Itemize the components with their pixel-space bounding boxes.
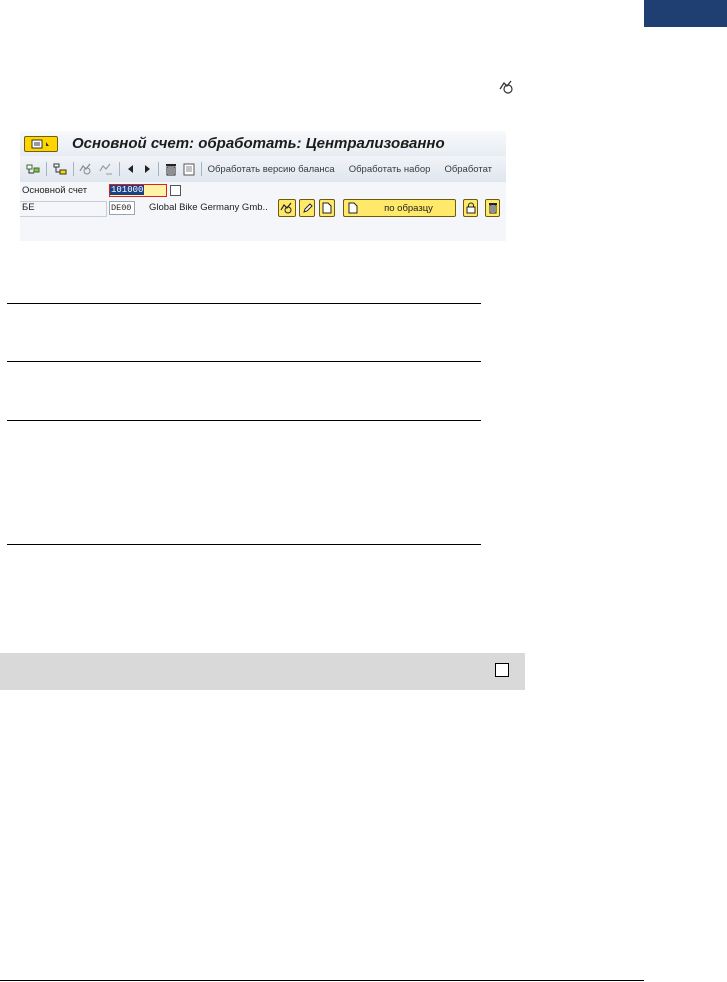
new-document-icon (322, 202, 332, 214)
menu-button[interactable] (24, 135, 58, 152)
lock-button[interactable] (463, 199, 478, 217)
document-icon[interactable] (183, 162, 195, 176)
company-code-input[interactable]: DE00 (109, 201, 135, 215)
gray-bar (0, 653, 525, 690)
previous-arrow-icon[interactable] (126, 162, 136, 176)
lock-icon (466, 202, 475, 214)
divider (7, 361, 481, 362)
divider (7, 303, 481, 304)
sap-screenshot: Основной счет: обработать: Централизован… (20, 131, 506, 241)
toolbar-separator (46, 162, 47, 176)
hierarchy-icon[interactable] (53, 162, 67, 176)
tree-toggle-icon[interactable] (26, 162, 40, 176)
footer-line (0, 980, 644, 981)
toolbar-separator (119, 162, 121, 176)
toolbar-separator (72, 162, 74, 176)
display-change-icon (497, 78, 517, 96)
checkbox[interactable] (495, 663, 509, 677)
toolbar-separator (158, 162, 159, 176)
edit-balance-version-button[interactable]: Обработать версию баланса (208, 164, 335, 175)
company-label: БЕ (22, 202, 35, 213)
display-change-icon (280, 202, 292, 214)
copy-icon[interactable] (170, 185, 181, 196)
new-document-icon (348, 202, 358, 214)
next-arrow-icon[interactable] (142, 162, 152, 176)
form-area: Основной счет 101000 БЕ DE00 Global Bike… (20, 182, 506, 241)
edit-set-button[interactable]: Обработать набор (349, 164, 431, 175)
compare-icon[interactable] (99, 162, 113, 176)
account-label: Основной счет (22, 185, 88, 196)
corner-tab (644, 0, 727, 27)
window-title: Основной счет: обработать: Централизован… (72, 135, 445, 152)
menu-icon (31, 139, 49, 148)
with-reference-button[interactable]: по образцу (343, 199, 456, 217)
account-input[interactable]: 101000 (109, 184, 167, 197)
pencil-icon (302, 203, 313, 213)
delete-button[interactable] (485, 199, 500, 217)
trash-icon[interactable] (165, 162, 177, 176)
display-change-icon[interactable] (79, 162, 93, 176)
application-toolbar: Обработать версию баланса Обработать наб… (20, 156, 506, 182)
account-value: 101000 (110, 185, 145, 195)
display-change-button[interactable] (278, 199, 296, 217)
create-button[interactable] (319, 199, 335, 217)
divider (7, 420, 481, 421)
company-name: Global Bike Germany Gmb.. (149, 202, 268, 213)
edit-more-button[interactable]: Обработат (444, 164, 492, 175)
divider (7, 544, 481, 545)
toolbar-separator (200, 162, 202, 176)
with-reference-label: по образцу (384, 202, 433, 214)
edit-button[interactable] (299, 199, 315, 217)
title-bar: Основной счет: обработать: Централизован… (20, 131, 506, 156)
trash-icon (488, 203, 497, 214)
